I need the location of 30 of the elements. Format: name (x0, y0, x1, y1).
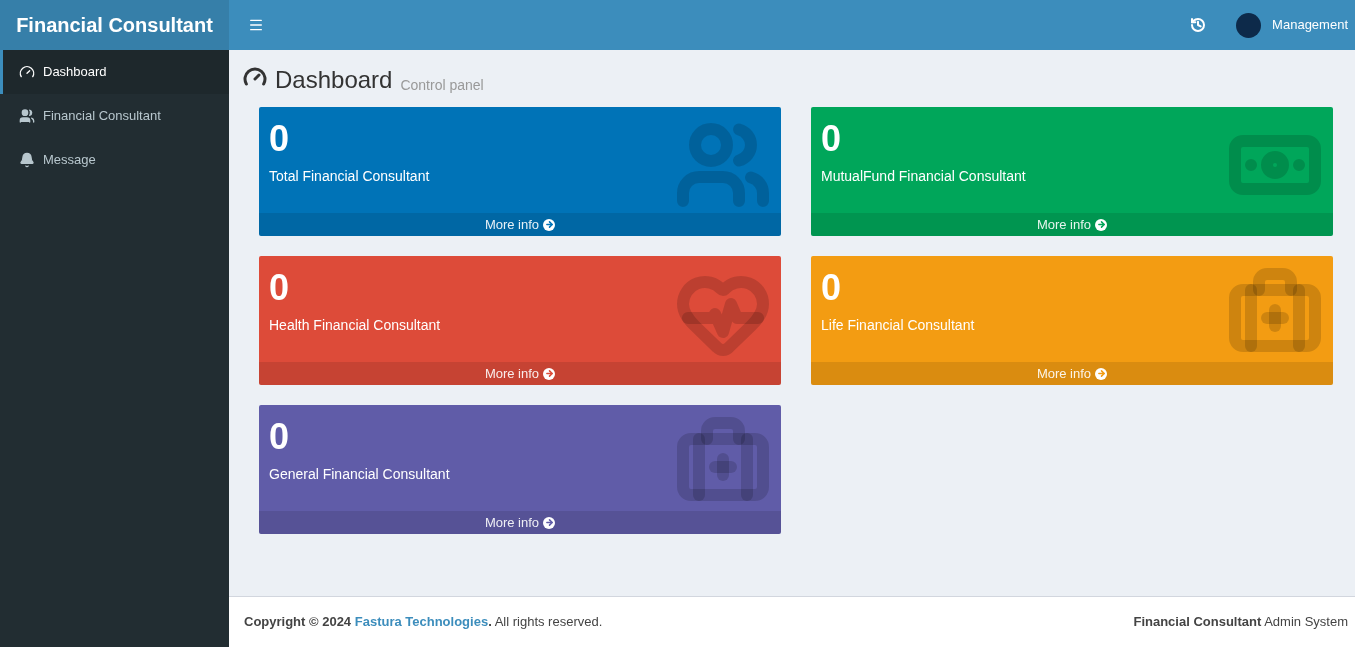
sidebar-item[interactable]: Dashboard (0, 50, 229, 94)
avatar (1236, 12, 1262, 38)
page-subtitle: Control panel (400, 78, 484, 92)
menu-icon (248, 17, 264, 33)
user-name[interactable]: Management (1272, 15, 1348, 35)
stat-label: Health Financial Consultant (269, 316, 442, 335)
stat-label: MutualFund Financial Consultant (821, 167, 1027, 186)
users-icon (19, 108, 35, 124)
stat-count: 0 (269, 415, 291, 459)
stat-label: Total Financial Consultant (269, 167, 431, 186)
more-info-link[interactable]: More info (259, 362, 781, 385)
stat-count: 0 (821, 117, 843, 161)
stat-label: Life Financial Consultant (821, 316, 976, 335)
stat-count: 0 (821, 266, 843, 310)
copyright-text: Copyright © 2024 Fastura Technologies. All rights reserved. (244, 613, 603, 632)
gauge-icon (243, 65, 267, 89)
more-info-link[interactable]: More info (259, 511, 781, 534)
more-info-link[interactable]: More info (811, 213, 1333, 236)
page-title: Dashboard (275, 68, 393, 92)
brand-title: Financial Consultant (16, 13, 213, 38)
system-name: Financial Consultant Admin System (1133, 613, 1348, 632)
stat-count: 0 (269, 117, 291, 161)
bell-icon (19, 152, 35, 168)
history-icon (1190, 17, 1207, 33)
sidebar-item[interactable]: Message (0, 138, 229, 182)
stat-count: 0 (269, 266, 291, 310)
sidebar-item[interactable]: Financial Consultant (0, 94, 229, 138)
more-info-link[interactable]: More info (259, 213, 781, 236)
stat-label: General Financial Consultant (269, 465, 451, 484)
gauge-icon (19, 64, 35, 80)
